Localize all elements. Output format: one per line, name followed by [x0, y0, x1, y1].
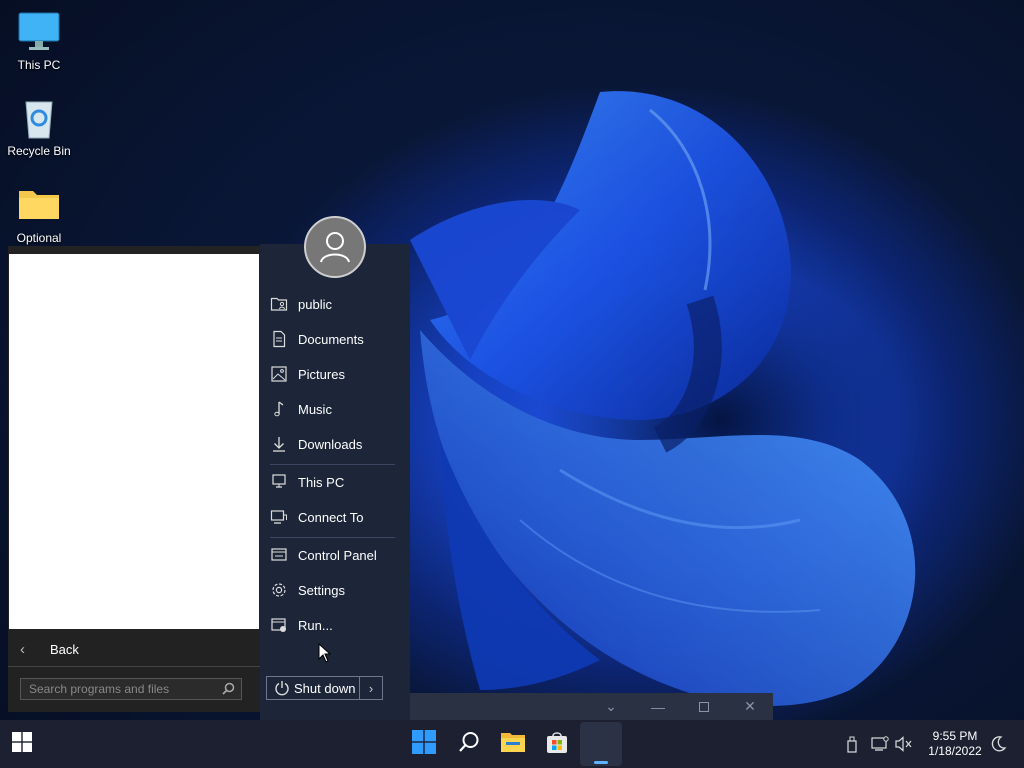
search-input[interactable]: Search programs and files: [20, 678, 242, 700]
menu-item-public[interactable]: public: [270, 290, 410, 318]
store-icon: [545, 730, 569, 759]
menu-item-downloads[interactable]: Downloads: [270, 430, 410, 458]
menu-item-label: Control Panel: [298, 547, 377, 563]
shutdown-options-button[interactable]: ›: [359, 676, 383, 700]
control-panel-icon: [270, 546, 288, 564]
menu-item-label: Music: [298, 401, 332, 417]
menu-item-documents[interactable]: Documents: [270, 325, 410, 353]
close-button[interactable]: ✕: [727, 693, 773, 720]
divider: [270, 537, 395, 538]
desktop-icon-label: Optional: [16, 231, 62, 245]
night-mode-icon[interactable]: [988, 720, 1008, 768]
menu-item-control-panel[interactable]: Control Panel: [270, 541, 410, 569]
maximize-button[interactable]: [681, 693, 727, 720]
menu-item-pictures[interactable]: Pictures: [270, 360, 410, 388]
search-icon: [222, 682, 235, 698]
menu-item-label: Connect To: [298, 509, 364, 525]
desktop-icon-recycle-bin[interactable]: Recycle Bin: [1, 96, 77, 158]
start-icon: [12, 731, 32, 757]
menu-item-run[interactable]: Run...: [270, 611, 410, 639]
divider: [8, 666, 260, 667]
mouse-cursor-icon: [318, 642, 332, 668]
folder-icon: [17, 183, 61, 227]
menu-item-label: Run...: [298, 617, 333, 633]
back-button[interactable]: ‹ Back: [8, 633, 258, 665]
picture-icon: [270, 365, 288, 383]
menu-item-label: Pictures: [298, 366, 345, 382]
menu-item-label: This PC: [298, 474, 345, 490]
menu-item-label: Settings: [298, 582, 345, 598]
power-icon: [274, 680, 290, 696]
menu-item-label: public: [298, 296, 332, 312]
back-label: Back: [50, 641, 79, 657]
menu-item-connect-to[interactable]: Connect To: [270, 503, 410, 531]
gear-icon: [270, 581, 288, 599]
menu-item-settings[interactable]: Settings: [270, 576, 410, 604]
music-note-icon: [270, 400, 288, 418]
recycle-bin-icon: [17, 96, 61, 140]
window-titlebar: ⌄ — ✕: [410, 693, 773, 720]
menu-item-this-pc[interactable]: This PC: [270, 468, 410, 496]
taskbar: 9:55 PM 1/18/2022: [0, 720, 1024, 768]
desktop-icon-optional[interactable]: Optional: [1, 183, 77, 245]
chevron-down-icon[interactable]: ⌄: [589, 693, 633, 720]
menu-item-music[interactable]: Music: [270, 395, 410, 423]
clock-date: 1/18/2022: [928, 744, 982, 758]
windows-logo-icon: [412, 729, 436, 759]
minimize-button[interactable]: —: [635, 693, 681, 720]
start-button[interactable]: [0, 720, 44, 768]
connect-icon: [270, 508, 288, 526]
usb-eject-icon[interactable]: [842, 720, 862, 768]
user-folder-icon: [270, 295, 288, 313]
program-list[interactable]: [9, 254, 259, 629]
start-menu-programs-pane: ‹ Back Search programs and files: [8, 246, 260, 712]
volume-muted-icon[interactable]: [893, 720, 915, 768]
menu-item-label: Downloads: [298, 436, 363, 452]
clock-time: 9:55 PM: [932, 729, 978, 743]
clock[interactable]: 9:55 PM 1/18/2022: [920, 729, 990, 759]
taskbar-store[interactable]: [537, 720, 577, 768]
monitor-icon: [17, 10, 61, 54]
running-indicator: [594, 761, 608, 764]
menu-item-label: Documents: [298, 331, 364, 347]
document-icon: [270, 330, 288, 348]
desktop-icon-this-pc[interactable]: This PC: [1, 10, 77, 72]
divider: [270, 464, 395, 465]
desktop-icon-label: This PC: [17, 58, 61, 72]
chevron-left-icon: ‹: [20, 640, 25, 658]
taskbar-start-button[interactable]: [404, 720, 444, 768]
taskbar-open-window[interactable]: [580, 720, 622, 768]
computer-icon: [270, 473, 288, 491]
download-arrow-icon: [270, 435, 288, 453]
user-avatar-icon[interactable]: [304, 216, 366, 278]
file-explorer-icon: [500, 731, 526, 758]
taskbar-search-button[interactable]: [449, 720, 489, 768]
shutdown-label: Shut down: [294, 680, 356, 696]
network-icon[interactable]: [869, 720, 891, 768]
desktop-icon-label: Recycle Bin: [7, 144, 71, 158]
search-icon: [457, 730, 481, 759]
search-placeholder: Search programs and files: [29, 682, 170, 696]
chevron-right-icon: ›: [368, 680, 374, 696]
taskbar-file-explorer[interactable]: [493, 720, 533, 768]
open-window-icon: [580, 722, 622, 766]
run-icon: [270, 616, 288, 634]
shutdown-button[interactable]: Shut down: [266, 676, 360, 700]
